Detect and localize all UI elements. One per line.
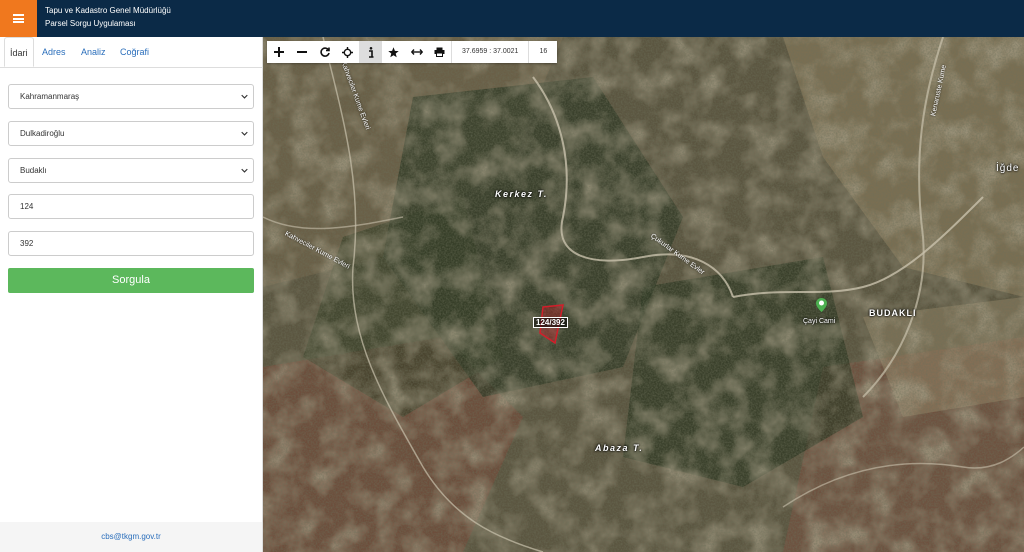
measure-button[interactable] xyxy=(405,41,428,63)
refresh-icon xyxy=(319,47,330,57)
footer: cbs@tkgm.gov.tr xyxy=(0,522,262,552)
measure-icon xyxy=(410,49,423,55)
top-bar: Tapu ve Kadastro Genel Müdürlüğü Parsel … xyxy=(0,0,1024,37)
tab-bar: İdari Adres Analiz Coğrafi xyxy=(0,37,262,68)
refresh-button[interactable] xyxy=(313,41,336,63)
coordinate-readout: 37.6959 : 37.0021 xyxy=(451,41,528,63)
print-icon xyxy=(434,47,445,57)
parcel-value: 392 xyxy=(20,239,34,248)
map-toolbar: 37.6959 : 37.0021 16 xyxy=(267,41,558,63)
map-label-igde: İğde xyxy=(996,163,1020,174)
neighborhood-select[interactable]: Budaklı xyxy=(8,158,254,183)
hamburger-icon xyxy=(13,14,24,23)
zoom-out-icon xyxy=(296,51,307,53)
district-value: Dulkadiroğlu xyxy=(20,129,65,138)
contact-email-link[interactable]: cbs@tkgm.gov.tr xyxy=(101,532,161,541)
map-label-kerkez: Kerkez T. xyxy=(495,189,548,199)
info-button[interactable] xyxy=(359,41,382,63)
satellite-imagery xyxy=(263,37,1024,552)
mosque-marker-icon[interactable] xyxy=(816,298,827,312)
print-button[interactable] xyxy=(428,41,451,63)
menu-button[interactable] xyxy=(0,0,37,37)
app-title-line2: Parsel Sorgu Uygulaması xyxy=(45,19,136,28)
tab-analiz[interactable]: Analiz xyxy=(81,37,106,67)
zoom-level-readout: 16 xyxy=(528,41,557,63)
star-icon xyxy=(388,46,399,57)
parcel-input[interactable]: 392 xyxy=(8,231,254,256)
locate-icon xyxy=(342,46,353,58)
parcel-label: 124/392 xyxy=(533,317,568,328)
map-label-budakli: BUDAKLI xyxy=(869,308,917,318)
province-value: Kahramanmaraş xyxy=(20,92,80,101)
app-title-line1: Tapu ve Kadastro Genel Müdürlüğü xyxy=(45,6,171,15)
chevron-down-icon xyxy=(241,131,248,136)
map-view[interactable]: Kerkez T. Abaza T. BUDAKLI İğde Çayi Cam… xyxy=(263,37,1024,552)
zoom-out-button[interactable] xyxy=(290,41,313,63)
map-label-cami: Çayi Cami xyxy=(803,318,836,325)
locate-button[interactable] xyxy=(336,41,359,63)
favorite-button[interactable] xyxy=(382,41,405,63)
district-select[interactable]: Dulkadiroğlu xyxy=(8,121,254,146)
map-label-abaza: Abaza T. xyxy=(595,443,644,453)
zoom-in-button[interactable] xyxy=(267,41,290,63)
block-input[interactable]: 124 xyxy=(8,194,254,219)
query-button[interactable]: Sorgula xyxy=(8,268,254,293)
neighborhood-value: Budaklı xyxy=(20,166,47,175)
tab-idari[interactable]: İdari xyxy=(4,37,34,67)
zoom-in-icon xyxy=(273,47,284,57)
province-select[interactable]: Kahramanmaraş xyxy=(8,84,254,109)
block-value: 124 xyxy=(20,202,34,211)
chevron-down-icon xyxy=(241,168,248,173)
tab-cografi[interactable]: Coğrafi xyxy=(120,37,149,67)
info-icon xyxy=(368,46,373,58)
chevron-down-icon xyxy=(241,94,248,99)
tab-adres[interactable]: Adres xyxy=(42,37,66,67)
sidebar: İdari Adres Analiz Coğrafi Kahramanmaraş… xyxy=(0,37,263,552)
